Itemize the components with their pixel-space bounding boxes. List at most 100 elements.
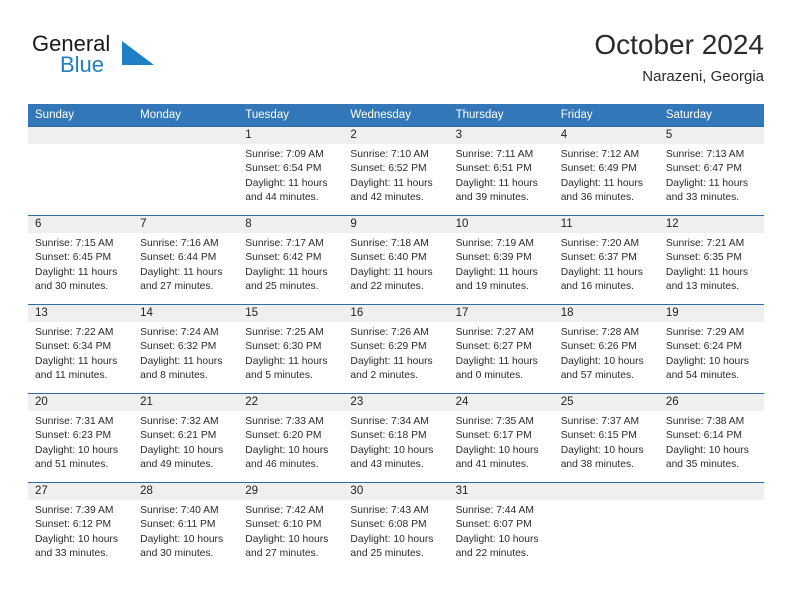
day-cell[interactable]: 11 Sunrise: 7:20 AM Sunset: 6:37 PM Dayl… [553,215,659,305]
day-cell[interactable]: 12 Sunrise: 7:21 AM Sunset: 6:35 PM Dayl… [658,215,764,305]
daylight-text-line2: and 41 minutes. [455,458,529,470]
day-number: 5 [658,127,764,144]
daylight-text-line2: and 38 minutes. [560,458,634,470]
sunset-text: Sunset: 6:51 PM [455,163,532,175]
day-cell[interactable]: 5 Sunrise: 7:13 AM Sunset: 6:47 PM Dayli… [658,126,764,216]
day-cell[interactable] [28,126,134,216]
daylight-text-line2: and 19 minutes. [455,280,529,292]
day-number: 4 [553,127,659,144]
day-details: Sunrise: 7:43 AM Sunset: 6:08 PM Dayligh… [343,500,448,561]
day-details: Sunrise: 7:42 AM Sunset: 6:10 PM Dayligh… [238,500,343,561]
sunset-text: Sunset: 6:40 PM [350,252,427,264]
day-number: 25 [553,394,659,411]
day-details [659,500,764,504]
page-header: General Blue October 2024 Narazeni, Geor… [28,28,764,94]
day-cell[interactable]: 20 Sunrise: 7:31 AM Sunset: 6:23 PM Dayl… [28,393,134,483]
sunrise-text: Sunrise: 7:33 AM [245,416,324,427]
day-cell[interactable]: 30 Sunrise: 7:43 AM Sunset: 6:08 PM Dayl… [343,482,449,571]
day-cell[interactable] [658,482,764,571]
day-cell[interactable]: 29 Sunrise: 7:42 AM Sunset: 6:10 PM Dayl… [238,482,344,571]
day-cell[interactable]: 16 Sunrise: 7:26 AM Sunset: 6:29 PM Dayl… [343,304,449,394]
day-cell[interactable]: 18 Sunrise: 7:28 AM Sunset: 6:26 PM Dayl… [553,304,659,394]
day-cell[interactable]: 7 Sunrise: 7:16 AM Sunset: 6:44 PM Dayli… [133,215,239,305]
day-number: 30 [343,483,449,500]
day-number: 28 [133,483,239,500]
day-number: 24 [448,394,554,411]
daylight-text-line1: Daylight: 11 hours [140,355,223,367]
day-cell[interactable]: 25 Sunrise: 7:37 AM Sunset: 6:15 PM Dayl… [553,393,659,483]
day-cell[interactable]: 14 Sunrise: 7:24 AM Sunset: 6:32 PM Dayl… [133,304,239,394]
sunset-text: Sunset: 6:07 PM [455,519,532,531]
day-cell[interactable]: 17 Sunrise: 7:27 AM Sunset: 6:27 PM Dayl… [448,304,554,394]
day-cell[interactable]: 10 Sunrise: 7:19 AM Sunset: 6:39 PM Dayl… [448,215,554,305]
daylight-text-line1: Daylight: 11 hours [140,266,223,278]
day-cell[interactable] [133,126,239,216]
brand-logo[interactable]: General Blue [28,31,258,89]
day-number: 23 [343,394,449,411]
daylight-text-line1: Daylight: 11 hours [35,266,118,278]
day-details: Sunrise: 7:21 AM Sunset: 6:35 PM Dayligh… [659,233,764,294]
daylight-text-line1: Daylight: 10 hours [245,533,329,545]
day-cell[interactable]: 9 Sunrise: 7:18 AM Sunset: 6:40 PM Dayli… [343,215,449,305]
daylight-text-line2: and 33 minutes. [665,191,740,203]
daylight-text-line2: and 25 minutes. [350,547,424,559]
day-cell[interactable]: 4 Sunrise: 7:12 AM Sunset: 6:49 PM Dayli… [553,126,659,216]
day-details: Sunrise: 7:31 AM Sunset: 6:23 PM Dayligh… [28,411,133,472]
sunrise-text: Sunrise: 7:40 AM [140,505,219,516]
calendar-body: 1 Sunrise: 7:09 AM Sunset: 6:54 PM Dayli… [28,126,764,571]
day-cell[interactable]: 6 Sunrise: 7:15 AM Sunset: 6:45 PM Dayli… [28,215,134,305]
calendar-table: Sunday Monday Tuesday Wednesday Thursday… [28,104,764,571]
daylight-text-line1: Daylight: 10 hours [140,533,224,545]
day-cell[interactable]: 1 Sunrise: 7:09 AM Sunset: 6:54 PM Dayli… [238,126,344,216]
daylight-text-line1: Daylight: 10 hours [140,444,224,456]
weekday-header-tuesday: Tuesday [238,104,344,127]
daylight-text-line1: Daylight: 11 hours [350,266,433,278]
day-details [133,144,238,148]
day-cell[interactable]: 15 Sunrise: 7:25 AM Sunset: 6:30 PM Dayl… [238,304,344,394]
daylight-text-line1: Daylight: 10 hours [665,444,749,456]
day-cell[interactable]: 13 Sunrise: 7:22 AM Sunset: 6:34 PM Dayl… [28,304,134,394]
day-cell[interactable]: 31 Sunrise: 7:44 AM Sunset: 6:07 PM Dayl… [448,482,554,571]
day-cell[interactable]: 26 Sunrise: 7:38 AM Sunset: 6:14 PM Dayl… [658,393,764,483]
day-number: 7 [133,216,239,233]
daylight-text-line2: and 16 minutes. [560,280,634,292]
day-number: 10 [448,216,554,233]
daylight-text-line2: and 30 minutes. [140,547,214,559]
day-cell[interactable]: 27 Sunrise: 7:39 AM Sunset: 6:12 PM Dayl… [28,482,134,571]
day-number: 29 [238,483,344,500]
daylight-text-line1: Daylight: 11 hours [665,177,749,189]
day-cell[interactable]: 19 Sunrise: 7:29 AM Sunset: 6:24 PM Dayl… [658,304,764,394]
sunset-text: Sunset: 6:29 PM [350,341,427,353]
day-cell[interactable] [553,482,659,571]
sunset-text: Sunset: 6:12 PM [35,519,112,531]
daylight-text-line2: and 35 minutes. [665,458,740,470]
daylight-text-line2: and 22 minutes. [455,547,529,559]
sunrise-text: Sunrise: 7:18 AM [350,238,429,249]
day-cell[interactable]: 21 Sunrise: 7:32 AM Sunset: 6:21 PM Dayl… [133,393,239,483]
day-number: 20 [28,394,134,411]
day-number [133,127,239,144]
weekday-header-friday: Friday [553,104,659,127]
day-cell[interactable]: 23 Sunrise: 7:34 AM Sunset: 6:18 PM Dayl… [343,393,449,483]
daylight-text-line1: Daylight: 10 hours [455,444,539,456]
day-details: Sunrise: 7:44 AM Sunset: 6:07 PM Dayligh… [449,500,554,561]
day-details: Sunrise: 7:29 AM Sunset: 6:24 PM Dayligh… [659,322,764,383]
daylight-text-line1: Daylight: 11 hours [245,177,328,189]
day-cell[interactable]: 2 Sunrise: 7:10 AM Sunset: 6:52 PM Dayli… [343,126,449,216]
day-number: 26 [658,394,764,411]
day-number: 14 [133,305,239,322]
day-cell[interactable]: 22 Sunrise: 7:33 AM Sunset: 6:20 PM Dayl… [238,393,344,483]
daylight-text-line1: Daylight: 10 hours [35,444,118,456]
daylight-text-line1: Daylight: 10 hours [350,533,434,545]
daylight-text-line1: Daylight: 10 hours [560,444,644,456]
day-cell[interactable]: 3 Sunrise: 7:11 AM Sunset: 6:51 PM Dayli… [448,126,554,216]
day-number: 11 [553,216,659,233]
day-cell[interactable]: 28 Sunrise: 7:40 AM Sunset: 6:11 PM Dayl… [133,482,239,571]
daylight-text-line2: and 11 minutes. [35,369,108,381]
daylight-text-line2: and 0 minutes. [455,369,524,381]
sunrise-text: Sunrise: 7:34 AM [350,416,429,427]
day-cell[interactable]: 8 Sunrise: 7:17 AM Sunset: 6:42 PM Dayli… [238,215,344,305]
day-number: 3 [448,127,554,144]
day-cell[interactable]: 24 Sunrise: 7:35 AM Sunset: 6:17 PM Dayl… [448,393,554,483]
day-details: Sunrise: 7:34 AM Sunset: 6:18 PM Dayligh… [343,411,448,472]
